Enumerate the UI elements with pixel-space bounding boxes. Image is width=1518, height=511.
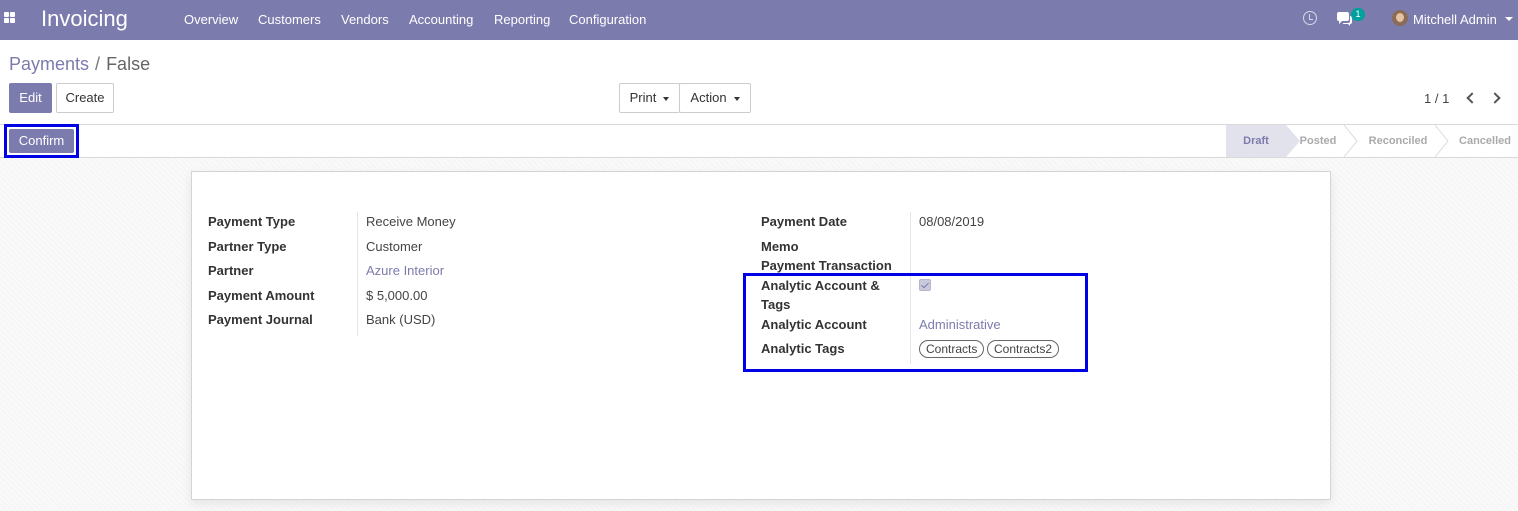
action-dropdown[interactable]: Action [679,83,751,113]
breadcrumb-current: False [106,54,151,74]
breadcrumb: Payments / False [9,54,150,75]
memo-label: Memo [761,239,799,254]
menu-vendors[interactable]: Vendors [341,12,389,27]
payment-amount-label: Payment Amount [208,288,315,303]
left-group-separator [357,212,358,336]
activity-clock-icon[interactable] [1303,11,1317,25]
user-avatar[interactable] [1392,10,1408,26]
payment-journal-label: Payment Journal [208,312,313,327]
action-label: Action [690,90,727,105]
print-caret-icon [663,96,670,101]
pager-value[interactable]: 1 / 1 [1424,91,1449,106]
analytic-highlight-box [743,273,1088,372]
edit-button[interactable]: Edit [9,83,52,113]
payment-date-value: 08/08/2019 [919,214,985,229]
user-menu-caret-icon[interactable] [1505,17,1513,21]
payment-date-label: Payment Date [761,214,847,229]
partner-link[interactable]: Azure Interior [366,263,444,278]
chat-count-badge: 1 [1351,8,1365,21]
stage-reconciled-separator [1435,125,1449,157]
partner-type-value: Customer [366,239,423,254]
action-caret-icon [733,96,740,101]
payment-amount-value: $ 5,000.00 [366,288,428,303]
stage-reconciled: Reconciled [1368,135,1428,147]
breadcrumb-separator: / [95,54,101,74]
payment-type-value: Receive Money [366,214,456,229]
stage-draft: Draft [1226,125,1286,157]
breadcrumb-payments[interactable]: Payments [9,54,89,74]
app-title: Invoicing [41,6,128,31]
user-name[interactable]: Mitchell Admin [1413,12,1497,27]
print-dropdown[interactable]: Print [619,83,680,113]
top-navbar: Invoicing Overview Customers Vendors Acc… [0,0,1518,40]
create-button[interactable]: Create [56,83,114,113]
menu-configuration[interactable]: Configuration [569,12,646,27]
stage-posted-separator [1344,125,1358,157]
chat-icon[interactable] [1336,12,1352,26]
partner-type-label: Partner Type [208,239,287,254]
stage-cancelled: Cancelled [1459,135,1511,147]
pager-previous-icon[interactable] [1466,92,1478,104]
menu-customers[interactable]: Customers [258,12,321,27]
payment-journal-value: Bank (USD) [366,312,436,327]
print-label: Print [629,90,657,105]
pager-next-icon[interactable] [1489,92,1501,104]
menu-accounting[interactable]: Accounting [409,12,473,27]
menu-reporting[interactable]: Reporting [494,12,550,27]
menu-overview[interactable]: Overview [184,12,238,27]
payment-type-label: Payment Type [208,214,296,229]
confirm-highlight-box [4,124,79,158]
partner-label: Partner [208,263,254,278]
apps-grid-icon[interactable] [4,12,16,24]
stage-posted: Posted [1299,135,1337,147]
payment-transaction-label: Payment Transaction [761,258,892,273]
